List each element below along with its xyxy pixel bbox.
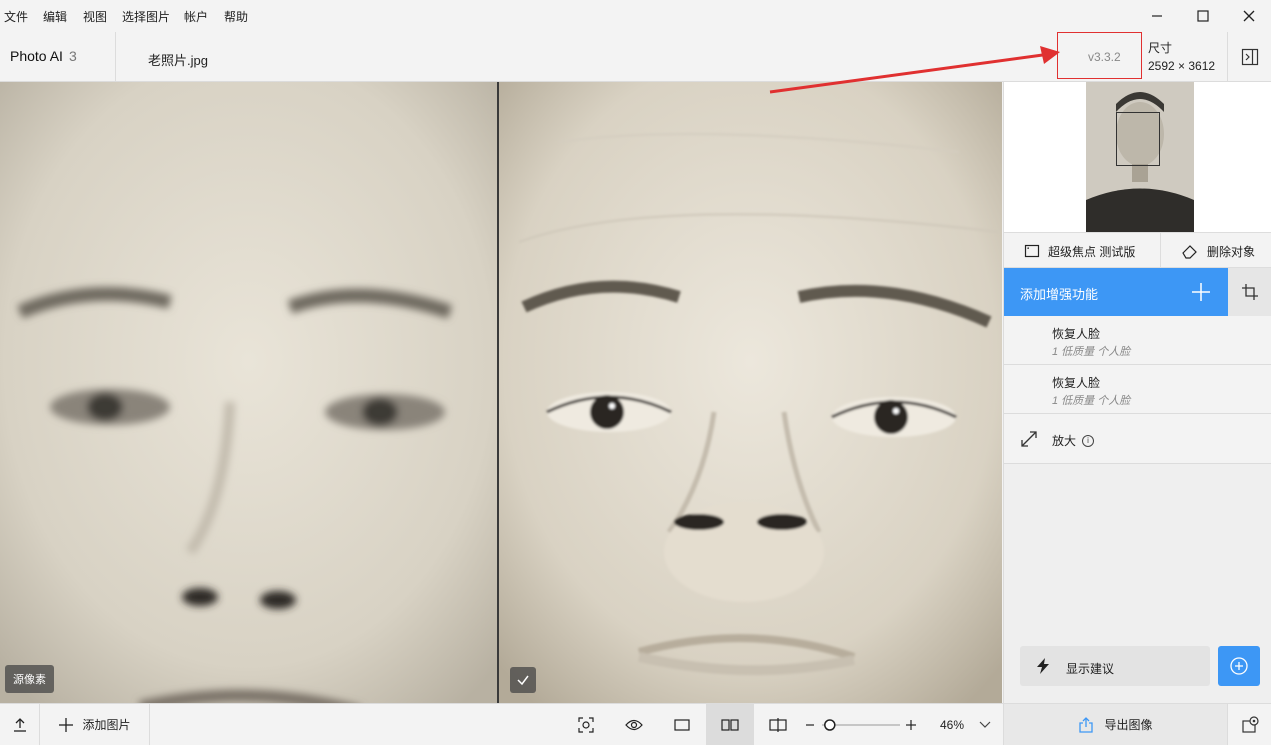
add-enhancement-button[interactable]: 添加增强功能 [1004, 268, 1228, 316]
plus-icon [1192, 283, 1210, 301]
upscale-item[interactable]: 放大 i [1004, 414, 1271, 464]
dimension-value: 2592 × 3612 [1148, 59, 1216, 73]
menu-select-image[interactable]: 选择图片 [122, 8, 170, 25]
zoom-slider-track [806, 718, 916, 731]
menu-account[interactable]: 帐户 [184, 8, 208, 25]
upscale-row: 放大 i [1052, 432, 1095, 449]
focus-view-icon [578, 716, 594, 733]
lightning-icon [1037, 658, 1049, 674]
add-image-label: 添加图片 [82, 718, 131, 732]
crop-icon [1242, 284, 1258, 300]
processed-badge [510, 667, 536, 693]
enhanced-preview[interactable] [499, 82, 1002, 703]
crop-button[interactable] [1228, 268, 1271, 316]
expand-arrow-icon [1021, 431, 1037, 447]
file-name: 老照片.jpg [148, 53, 208, 68]
original-face-image [0, 82, 497, 703]
enhancement-title: 恢复人脸 [1052, 327, 1101, 341]
original-preview[interactable]: 源像素 [0, 82, 497, 703]
top-bar: Photo AI 3 老照片.jpg v3.3.2 尺寸 2592 × 3612 [0, 32, 1271, 82]
add-enhancement-label: 添加增强功能 [1020, 287, 1099, 302]
panel-toggle-icon [1241, 48, 1258, 66]
side-by-side-icon [721, 718, 739, 731]
enhancement-item[interactable]: 恢复人脸 1 低质量 个人脸 [1004, 316, 1271, 365]
zoom-dropdown-button[interactable] [974, 704, 996, 745]
minimize-button[interactable] [1134, 0, 1180, 32]
single-view-button[interactable] [666, 704, 698, 745]
info-icon[interactable]: i [1082, 434, 1095, 447]
zoom-slider[interactable] [802, 704, 922, 745]
app-brand[interactable]: Photo AI 3 [10, 48, 77, 64]
export-icon [1079, 716, 1094, 733]
enhancement-subtitle: 1 低质量 个人脸 [1052, 395, 1131, 407]
enhanced-face-image [499, 82, 1002, 703]
close-icon [1243, 10, 1255, 22]
export-label: 导出图像 [1104, 718, 1153, 732]
zoom-level: 46% [940, 718, 965, 732]
plus-circle-icon [1230, 657, 1248, 675]
super-focus-label: 超级焦点 测试版 [1048, 244, 1136, 259]
single-view-icon [674, 718, 690, 731]
menu-bar: 文件 编辑 视图 选择图片 帐户 帮助 [0, 0, 1271, 32]
side-by-side-view-button[interactable] [706, 704, 754, 745]
eraser-icon [1182, 245, 1197, 259]
bottom-bar: 添加图片 46% 导出图像 [0, 703, 1271, 745]
navigator-thumbnail[interactable] [1004, 82, 1271, 232]
eye-icon [625, 719, 643, 730]
divider [1160, 233, 1161, 269]
dimension-label: 尺寸 [1148, 41, 1173, 55]
add-circle-button[interactable] [1218, 646, 1260, 686]
show-suggestions-button[interactable]: 显示建议 [1020, 646, 1210, 686]
menu-view[interactable]: 视图 [83, 8, 107, 25]
focus-frame-icon [1024, 244, 1040, 258]
app-name: Photo AI [10, 48, 63, 64]
menu-edit[interactable]: 编辑 [43, 8, 67, 25]
split-view-icon [769, 717, 787, 732]
original-pixels-label: 源像素 [5, 665, 54, 693]
toggle-panel-button[interactable] [1227, 32, 1271, 82]
settings-button[interactable] [1227, 704, 1271, 745]
menu-help[interactable]: 帮助 [224, 8, 248, 25]
preview-toggle-button[interactable] [618, 704, 650, 745]
close-button[interactable] [1226, 0, 1271, 32]
split-view-button[interactable] [762, 704, 794, 745]
focus-view-button[interactable] [570, 704, 602, 745]
upload-button[interactable] [0, 704, 40, 745]
export-settings-icon [1241, 715, 1259, 733]
image-viewer[interactable]: 源像素 [0, 82, 1002, 703]
minimize-icon [1152, 15, 1162, 17]
viewport-indicator[interactable] [1116, 112, 1160, 166]
maximize-button[interactable] [1180, 0, 1226, 32]
super-focus-button[interactable]: 超级焦点 测试版 [1024, 233, 1135, 269]
show-suggestions-label: 显示建议 [1066, 662, 1115, 676]
remove-object-button[interactable]: 删除对象 [1181, 233, 1255, 269]
menu-file[interactable]: 文件 [4, 8, 28, 25]
enhancement-item[interactable]: 恢复人脸 1 低质量 个人脸 [1004, 365, 1271, 414]
divider [115, 32, 116, 82]
plus-icon [59, 717, 74, 732]
zoom-slider-thumb[interactable] [824, 718, 836, 731]
check-icon [517, 675, 529, 686]
remove-object-label: 删除对象 [1207, 244, 1256, 259]
app-count: 3 [68, 48, 77, 64]
upscale-label: 放大 [1052, 434, 1077, 448]
chevron-down-icon [979, 721, 991, 728]
add-image-button[interactable]: 添加图片 [40, 704, 150, 745]
enhancement-subtitle: 1 低质量 个人脸 [1052, 346, 1131, 358]
export-button[interactable]: 导出图像 [1003, 704, 1227, 745]
maximize-icon [1197, 10, 1209, 22]
upload-icon [13, 717, 26, 732]
tool-row: 超级焦点 测试版 删除对象 [1004, 232, 1271, 269]
enhancement-title: 恢复人脸 [1052, 376, 1101, 390]
right-sidebar: 超级焦点 测试版 删除对象 添加增强功能 恢复人脸 1 低质量 个人脸 恢复人脸… [1003, 82, 1271, 703]
